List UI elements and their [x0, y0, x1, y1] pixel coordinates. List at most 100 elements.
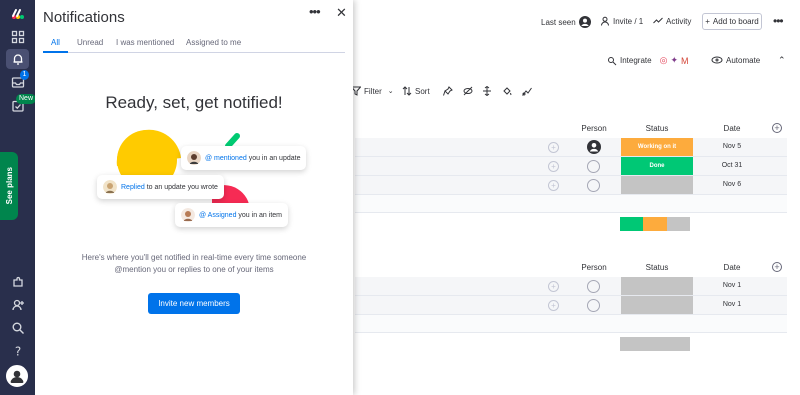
last-seen-avatar-icon	[578, 16, 591, 28]
filter-chevron-down-icon: ⌄	[387, 88, 394, 95]
add-update-icon[interactable]: +	[548, 180, 559, 191]
pin-icon[interactable]	[443, 86, 453, 96]
empty-person-icon[interactable]	[587, 160, 600, 173]
table-row[interactable]: + Nov 6	[355, 176, 787, 195]
close-icon[interactable]: ✕	[336, 5, 347, 21]
tab-mentioned[interactable]: I was mentioned	[116, 38, 174, 47]
sort-icon	[402, 86, 412, 96]
gmail-icon: M	[680, 55, 689, 66]
last-seen-label: Last seen	[541, 17, 576, 27]
invite-user-icon[interactable]	[6, 295, 29, 315]
panel-title: Notifications	[43, 9, 125, 26]
integrations-puzzle-icon[interactable]	[6, 272, 29, 292]
search-icon[interactable]	[6, 318, 29, 338]
sort-button[interactable]: Sort	[402, 86, 430, 96]
summary-done-segment	[620, 217, 644, 231]
table-row[interactable]: + Working on it Nov 5	[355, 138, 787, 157]
user-avatar-icon	[187, 151, 201, 165]
filter-button[interactable]: Filter ⌄	[351, 86, 394, 96]
board-more-menu-icon[interactable]: •••	[773, 14, 784, 28]
notifications-illustration: @ mentioned you in an update Replied to …	[95, 128, 307, 233]
integration-app-icon-1: ◎	[659, 55, 668, 65]
table-row[interactable]: + Nov 1	[355, 277, 787, 296]
add-update-icon[interactable]: +	[548, 300, 559, 311]
add-update-icon[interactable]: +	[548, 281, 559, 292]
filter-label: Filter	[364, 86, 382, 96]
status-column-header[interactable]: Status	[621, 263, 693, 272]
add-update-icon[interactable]: +	[548, 142, 559, 153]
monday-logo-icon[interactable]	[6, 4, 29, 24]
invite-label: Invite / 1	[613, 16, 644, 26]
panel-more-menu-icon[interactable]: •••	[309, 4, 321, 19]
see-plans-label: See plans	[4, 167, 14, 205]
add-column-plus-icon[interactable]: +	[772, 123, 782, 133]
last-seen[interactable]: Last seen	[541, 16, 591, 28]
status-cell[interactable]: Done	[621, 157, 693, 175]
status-column-header[interactable]: Status	[621, 124, 693, 133]
assigned-notification-bubble: @ Assigned you in an item	[175, 203, 288, 227]
mentioned-notification-bubble: @ mentioned you in an update	[181, 146, 307, 170]
date-column-header[interactable]: Date	[707, 124, 757, 133]
integrate-icon	[608, 56, 617, 65]
replied-notification-bubble: Replied to an update you wrote	[97, 175, 224, 199]
apps-grid-icon[interactable]	[6, 27, 29, 47]
date-cell[interactable]: Oct 31	[707, 162, 757, 169]
empty-person-icon[interactable]	[587, 179, 600, 192]
add-column-plus-icon[interactable]: +	[772, 262, 782, 272]
integrate-button[interactable]: Integrate ◎ ✦ M	[607, 55, 688, 66]
summary-empty-segment	[666, 217, 690, 231]
invite-link[interactable]: Invite / 1	[600, 16, 643, 26]
date-cell[interactable]: Nov 1	[707, 282, 757, 289]
left-rail: 1 New See plans ?	[0, 0, 37, 395]
add-update-icon[interactable]: +	[548, 161, 559, 172]
empty-state-description: Here's where you'll get notified in real…	[81, 253, 307, 274]
integrate-label: Integrate	[620, 56, 652, 65]
status-cell[interactable]	[621, 277, 693, 295]
status-summary-bar	[620, 217, 690, 231]
date-cell[interactable]: Nov 6	[707, 181, 757, 188]
tab-unread[interactable]: Unread	[77, 38, 103, 47]
person-avatar-icon[interactable]	[587, 140, 601, 154]
date-cell[interactable]: Nov 1	[707, 301, 757, 308]
automate-button[interactable]: Automate	[711, 55, 760, 65]
date-column-header[interactable]: Date	[707, 263, 757, 272]
user-avatar-icon	[181, 208, 195, 222]
user-avatar[interactable]	[6, 365, 28, 387]
tab-assigned[interactable]: Assigned to me	[186, 38, 241, 47]
notification-tabs: All Unread I was mentioned Assigned to m…	[43, 37, 345, 53]
person-column-header[interactable]: Person	[577, 124, 611, 133]
activity-link[interactable]: Activity	[653, 16, 691, 26]
inbox-count-badge: 1	[20, 70, 29, 80]
status-cell[interactable]	[621, 176, 693, 194]
tab-all[interactable]: All	[51, 38, 60, 47]
notifications-panel: Notifications ••• ✕ All Unread I was men…	[35, 0, 353, 395]
chart-icon[interactable]	[522, 86, 532, 96]
svg-text:?: ?	[14, 345, 20, 359]
summary-empty-segment	[620, 337, 690, 351]
table-row[interactable]: + Nov 1	[355, 296, 787, 315]
color-fill-icon[interactable]	[502, 86, 512, 96]
empty-state-title: Ready, set, get notified!	[105, 93, 283, 112]
status-cell[interactable]: Working on it	[621, 138, 693, 156]
table-row[interactable]: + Done Oct 31	[355, 157, 787, 176]
date-cell[interactable]: Nov 5	[707, 143, 757, 150]
add-item-row[interactable]	[355, 195, 787, 213]
notifications-bell-icon[interactable]	[6, 49, 29, 69]
help-icon[interactable]: ?	[6, 341, 29, 361]
empty-person-icon[interactable]	[587, 299, 600, 312]
sort-label: Sort	[415, 86, 430, 96]
add-to-board-button[interactable]: + Add to board	[702, 13, 762, 30]
invite-new-members-button[interactable]: Invite new members	[148, 293, 240, 314]
collapse-chevron-up-icon[interactable]: ⌃	[778, 55, 786, 66]
see-plans-button[interactable]: See plans	[0, 152, 18, 220]
mentioned-link: @ mentioned	[205, 154, 247, 162]
person-column-header[interactable]: Person	[577, 263, 611, 272]
status-summary-bar	[620, 337, 690, 351]
activity-label: Activity	[666, 16, 692, 26]
automate-icon	[711, 56, 723, 64]
status-cell[interactable]	[621, 296, 693, 314]
add-item-row[interactable]	[355, 315, 787, 333]
empty-person-icon[interactable]	[587, 280, 600, 293]
row-height-icon[interactable]	[482, 86, 492, 96]
hide-eye-icon[interactable]	[463, 86, 473, 96]
